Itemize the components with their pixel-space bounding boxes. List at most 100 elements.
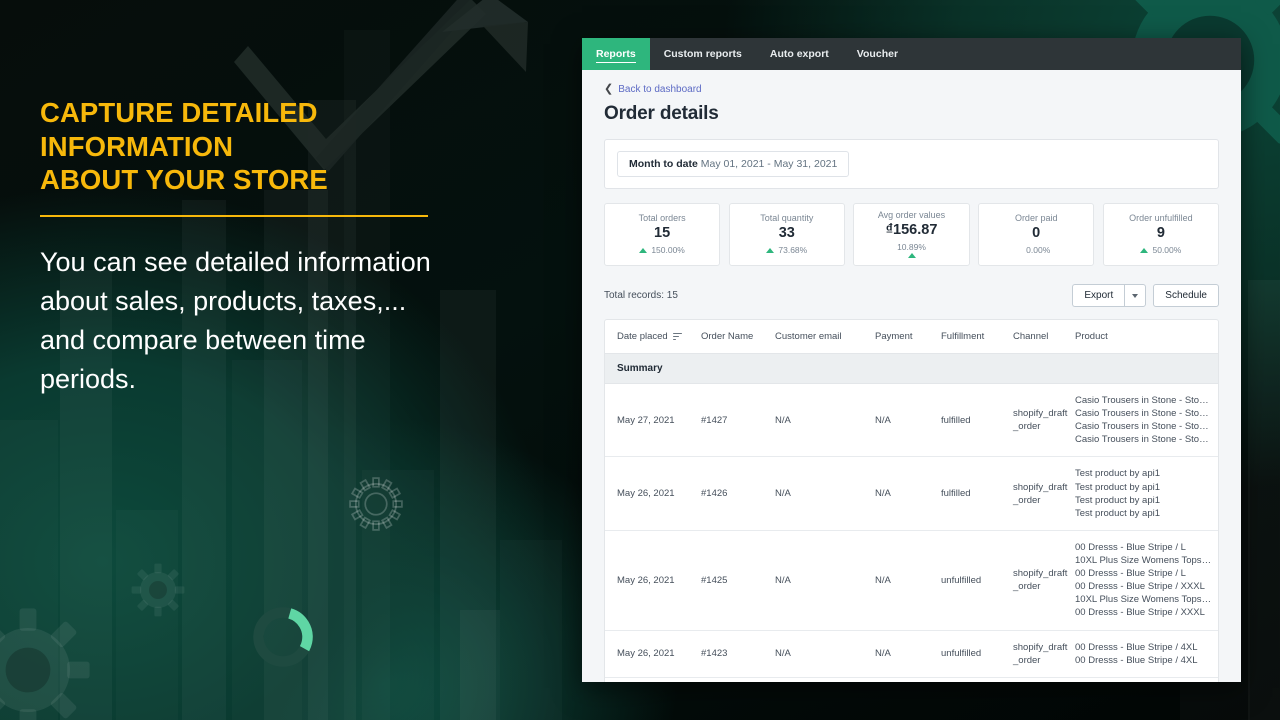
column-header-order-name[interactable]: Order Name [701,320,775,354]
customer-email: N/A [775,383,875,458]
product-line: Test product by api1 [1075,494,1161,506]
promo-divider [40,214,428,217]
trend-up-icon [907,253,916,259]
promo-headline-line-2: INFORMATION [40,130,234,162]
orders-table-body: May 27, 2021 #1427 N/A N/A fulfilled shopify_… [605,383,1218,682]
stat-value: ₫156.87 [885,222,938,239]
tab-label: Auto export [769,48,829,60]
date-range-value: May 01, 2021 - May 31, 2021 [700,158,838,170]
order-date: May 26, 2021 [605,530,701,631]
column-header-date-placed[interactable]: Date placed [605,320,701,354]
column-header-label: Payment [875,331,913,342]
stat-delta-value: 73.68% [778,245,808,256]
promo-headline-line-1: CAPTURE DETAILED [40,97,318,128]
table-row[interactable]: May 26, 2021 #1423 N/A N/A unfulfilled shopif… [605,630,1218,678]
column-header-payment[interactable]: Payment [875,320,941,354]
column-header-label: Fulfillment [941,331,985,342]
product-line: Casio Trousers in Stone - Ston... [1075,395,1212,406]
stat-delta: 50.00% [1140,245,1181,255]
stat-label: Order paid [1014,212,1058,223]
column-header-label: Customer email [775,331,842,342]
column-header-inner: Customer email [775,331,842,342]
summary-label: Summary [605,353,1218,384]
promo-headline: CAPTURE DETAILED INFORMATION ABOUT YOUR … [40,96,440,197]
column-header-product[interactable]: Product [1075,320,1218,354]
tab-voucher[interactable]: Voucher [843,38,912,70]
stat-delta-value: 150.00% [651,245,685,256]
stat-label: Total orders [638,212,686,223]
date-range-label: Month to date [629,158,698,170]
back-to-dashboard-link[interactable]: ❮ Back to dashboard [604,84,1219,96]
customer-email: N/A [775,456,875,531]
stat-label: Avg order values [877,209,946,220]
column-header-fulfillment[interactable]: Fulfillment [941,320,1013,354]
stat-card-order-unfulfilled: Order unfulfilled 9 50.00% [1102,203,1220,266]
order-name: #1425 [701,530,775,631]
channel: shopify_draft_order [1013,383,1075,458]
column-header-label: Product [1075,331,1108,342]
product-list: Casio Trousers in Stone - Ston... Casio T… [1075,383,1218,458]
column-header-label: Date placed [617,331,668,342]
trend-up-icon [1140,247,1149,253]
product-line: Test product by api1 [1075,481,1161,493]
column-header-customer-email[interactable]: Customer email [775,320,875,354]
stat-label: Order unfulfilled [1129,212,1193,223]
tab-reports[interactable]: Reports [582,38,650,70]
product-line: Casio Trousers in Stone - Ston... [1075,421,1212,433]
export-button[interactable]: Export [1072,284,1125,307]
schedule-button[interactable]: Schedule [1153,284,1219,307]
table-toolbar: Total records: 15 Export Schedule [604,284,1219,307]
chevron-down-icon [1132,293,1139,298]
orders-table-head: Date placed Order Name Customer email Payme… [605,320,1218,354]
trend-up-icon [766,247,775,253]
tab-bar: Reports Custom reports Auto export Voucher [582,38,1241,70]
order-name: #1426 [701,456,775,531]
product-line: Casio Trousers in Stone - Ston... [1075,434,1212,446]
product-line: Test product by api1 [1075,468,1161,480]
order-date: May 26, 2021 [605,677,701,682]
product-list: 00 Dresss - Blue Stripe / L 10XL Plus Siz… [1075,530,1218,631]
fulfillment-status: unfulfilled [941,530,1013,631]
tab-label: Reports [596,48,636,60]
customer-email: N/A [775,630,875,678]
channel: shopify_draft_order [1013,630,1075,678]
stat-card-avg-order-values: Avg order values ₫156.87 10.89% [853,203,970,266]
sort-descending-icon[interactable] [672,333,682,340]
stat-card-row: Total orders 15 150.00% Total quantity 33 73.… [604,203,1220,266]
stat-card-total-orders: Total orders 15 150.00% [604,203,721,266]
app-content: ❮ Back to dashboard Order details Month … [582,70,1241,682]
promo-body: You can see detailed information about s… [40,246,431,395]
stat-delta: 10.89% [897,242,926,259]
table-row[interactable]: May 26, 2021 #1426 N/A N/A fulfilled shopify_… [605,456,1218,531]
export-dropdown-button[interactable] [1124,284,1147,307]
orders-table-summary: Summary [605,353,1218,384]
date-range-card: Month to date May 01, 2021 - May 31, 202… [604,139,1219,189]
column-header-channel[interactable]: Channel [1013,320,1075,354]
screenshot-root: CAPTURE DETAILED INFORMATION ABOUT YOUR … [0,0,1280,720]
summary-row: Summary [605,353,1218,384]
channel: shopify_draft_order [1013,456,1075,531]
customer-email: N/A [775,677,875,682]
stat-value: 0 [1032,225,1041,242]
promo-panel: CAPTURE DETAILED INFORMATION ABOUT YOUR … [40,96,440,399]
customer-email: N/A [775,530,875,631]
table-row[interactable]: May 27, 2021 #1427 N/A N/A fulfilled shopify_… [605,383,1218,458]
column-header-inner: Fulfillment [941,331,984,342]
tab-auto-export[interactable]: Auto export [756,38,843,70]
product-list: 00 Dresss - Blue Stripe / 4XL00 Dresss -… [1075,677,1218,682]
date-range-selector[interactable]: Month to date May 01, 2021 - May 31, 202… [617,151,850,177]
payment-status: N/A [875,456,941,531]
order-date: May 26, 2021 [605,630,701,678]
orders-table-header-row: Date placed Order Name Customer email Payme… [605,320,1218,354]
column-header-inner: Order Name [701,331,753,342]
product-list: 00 Dresss - Blue Stripe / 4XL00 Dresss -… [1075,630,1218,678]
table-row[interactable]: May 26, 2021#1422N/AN/Aunfulfilledshopif… [605,677,1218,682]
stat-value: 33 [778,225,795,242]
fulfillment-status: fulfilled [941,383,1013,458]
tab-custom-reports[interactable]: Custom reports [650,38,756,70]
table-row[interactable]: May 26, 2021 #1425 N/A N/A unfulfilled shopif… [605,530,1218,631]
page-title: Order details [604,103,719,124]
product-line: 00 Dresss - Blue Stripe / L [1075,568,1186,580]
product-line: Casio Trousers in Stone - Ston... [1075,408,1212,420]
column-header-inner: Date placed [617,331,682,342]
